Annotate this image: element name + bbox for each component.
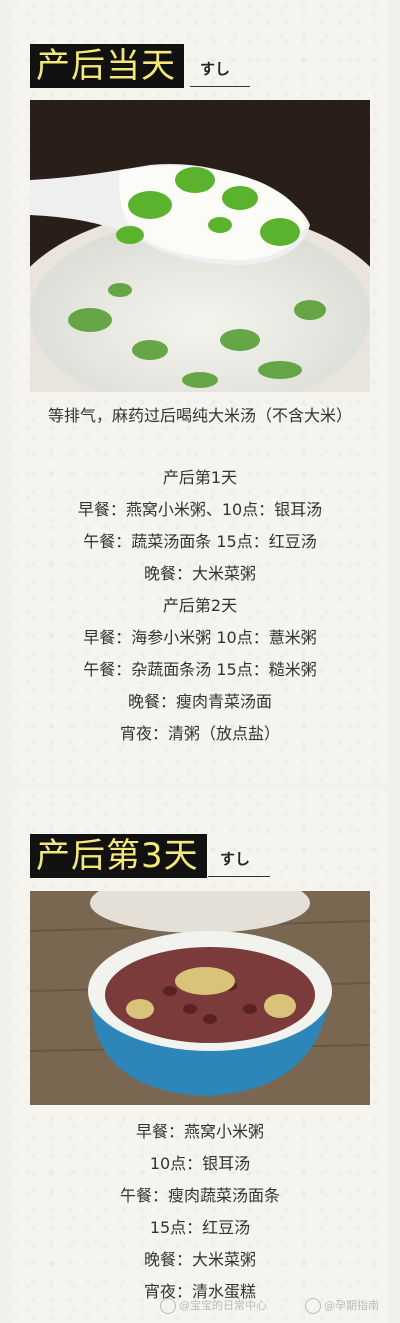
menu-line: 等排气，麻药过后喝纯大米汤（不含大米） (47, 406, 352, 425)
menu-line: 宵夜：清粥（放点盐） (119, 724, 280, 743)
menu-line: 晚餐：瘦肉青菜汤面 (127, 692, 272, 711)
section-title: 产后第3天 (30, 834, 207, 878)
section-title: 产后当天 (30, 44, 184, 88)
watermark-left: @宝宝的日常中心 (160, 1297, 267, 1314)
menu-line: 午餐：蔬菜汤面条 15点：红豆汤 (83, 532, 317, 551)
rice-soup-photo (30, 100, 370, 392)
section-header: 产后第3天 すし (30, 834, 270, 878)
rice-soup-illustration (30, 100, 370, 392)
title-underline (208, 876, 270, 877)
title-underline (190, 86, 250, 87)
menu-line: 早餐：燕窝小米粥、10点：银耳汤 (77, 500, 323, 519)
day0-2-menu: 等排气，麻药过后喝纯大米汤（不含大米） 产后第1天 早餐：燕窝小米粥、10点：银… (30, 402, 370, 750)
weibo-icon (160, 1298, 176, 1314)
bean-porridge-illustration (30, 891, 370, 1105)
menu-line: 午餐：杂蔬面条汤 15点：糙米粥 (83, 660, 317, 679)
watermark-right: @孕期指南 (305, 1297, 379, 1314)
weibo-icon (305, 1298, 321, 1314)
menu-line: 产后第2天 (162, 596, 238, 615)
section-title-suffix: すし (220, 850, 251, 868)
bean-porridge-photo (30, 891, 370, 1105)
section-card-day0: 产后当天 すし 等排气，麻药过后喝纯大米汤（不含大米） 产后第1天 早餐：燕窝小… (12, 0, 388, 783)
watermark-left-text: @宝宝的日常中心 (179, 1299, 267, 1312)
watermark-right-text: @孕期指南 (324, 1299, 379, 1312)
menu-line: 产后第1天 (162, 468, 238, 487)
menu-line: 10点：银耳汤 (149, 1154, 251, 1173)
menu-line: 早餐：燕窝小米粥 (135, 1122, 264, 1141)
day3-menu: 早餐：燕窝小米粥 10点：银耳汤 午餐：瘦肉蔬菜汤面条 15点：红豆汤 晚餐：大… (30, 1116, 370, 1308)
menu-line: 晚餐：大米菜粥 (143, 564, 256, 583)
menu-line: 15点：红豆汤 (149, 1218, 251, 1237)
menu-line: 晚餐：大米菜粥 (143, 1250, 256, 1269)
section-title-suffix: すし (200, 60, 231, 78)
menu-line: 早餐：海参小米粥 10点：薏米粥 (83, 628, 317, 647)
section-header: 产后当天 すし (30, 44, 250, 88)
menu-line: 午餐：瘦肉蔬菜汤面条 (119, 1186, 280, 1205)
